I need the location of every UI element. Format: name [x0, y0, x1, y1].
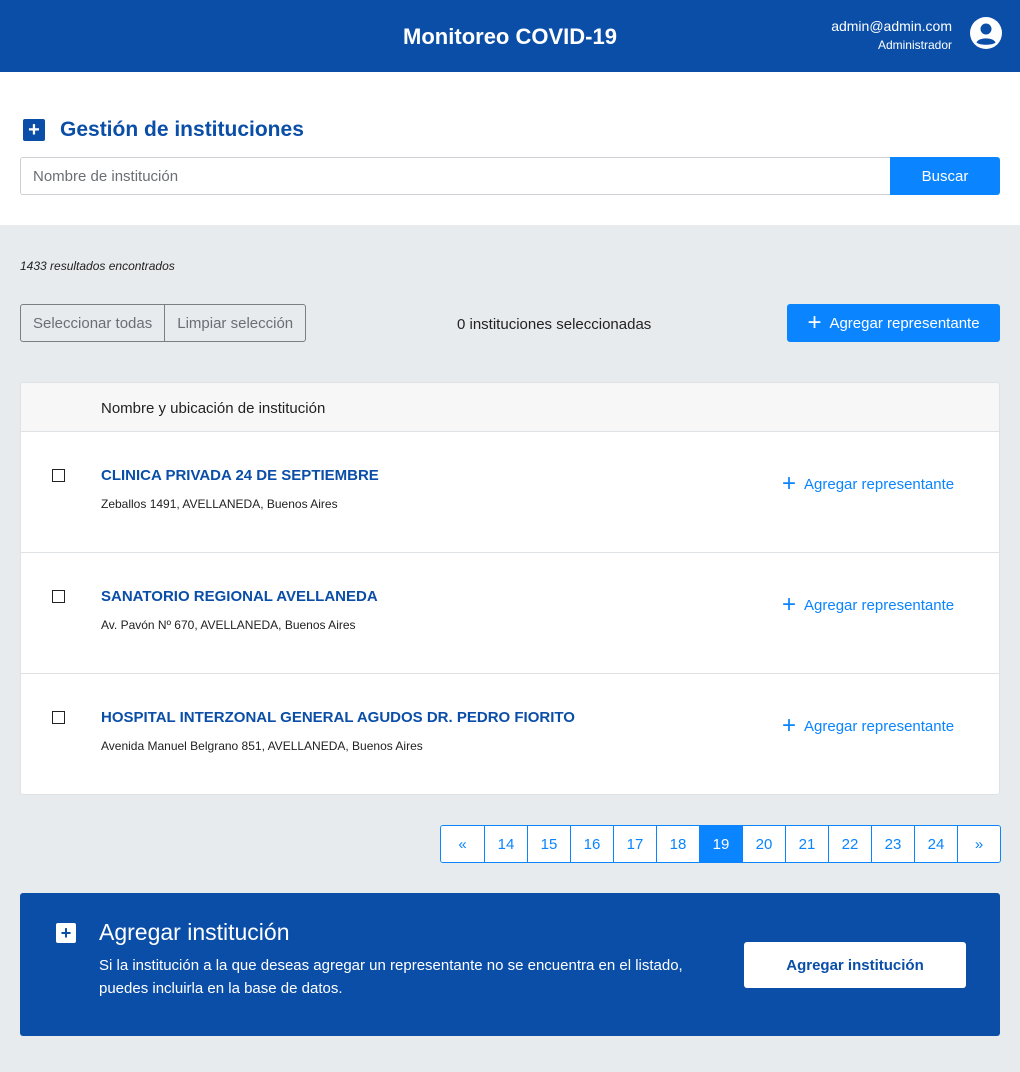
top-bar: Monitoreo COVID-19 admin@admin.com Admin…: [0, 0, 1020, 72]
row-add-representative-label: Agregar representante: [804, 596, 955, 614]
page-button-current[interactable]: 19: [699, 826, 742, 862]
selected-count: 0 instituciones seleccionadas: [457, 316, 652, 333]
page-button[interactable]: 22: [828, 826, 871, 862]
row-checkbox[interactable]: [52, 590, 65, 603]
row-add-representative-label: Agregar representante: [804, 717, 955, 735]
table-row: SANATORIO REGIONAL AVELLANEDA Av. Pavón …: [21, 553, 999, 674]
column-header-name: Nombre y ubicación de institución: [101, 400, 326, 417]
page-button[interactable]: 14: [484, 826, 527, 862]
plus-icon: +: [782, 470, 797, 497]
page-button[interactable]: 20: [742, 826, 785, 862]
table-row: HOSPITAL INTERZONAL GENERAL AGUDOS DR. P…: [21, 674, 999, 794]
search-button[interactable]: Buscar: [890, 157, 1000, 195]
search-input[interactable]: [20, 157, 891, 195]
row-checkbox[interactable]: [52, 469, 65, 482]
pagination: « 14 15 16 17 18 19 20 21 22 23 24 »: [440, 825, 1001, 863]
table-row: CLINICA PRIVADA 24 DE SEPTIEMBRE Zeballo…: [21, 432, 999, 553]
search-panel: + Gestión de instituciones Buscar: [0, 72, 1020, 225]
page-prev-button[interactable]: «: [441, 826, 484, 862]
page-next-button[interactable]: »: [957, 826, 1000, 862]
user-circle-icon[interactable]: [970, 17, 1002, 49]
clear-selection-button[interactable]: Limpiar selección: [164, 305, 305, 341]
page-button[interactable]: 17: [613, 826, 656, 862]
plus-icon: +: [807, 309, 822, 336]
add-institution-panel: + Agregar institución Si la institución …: [20, 893, 1000, 1036]
row-add-representative-link[interactable]: + Agregar representante: [782, 593, 954, 617]
plus-square-icon: +: [56, 923, 76, 943]
institutions-table: Nombre y ubicación de institución CLINIC…: [20, 382, 1000, 795]
select-all-button[interactable]: Seleccionar todas: [21, 305, 164, 341]
user-role: Administrador: [877, 38, 952, 52]
results-count: 1433 resultados encontrados: [20, 259, 175, 273]
page-button[interactable]: 23: [871, 826, 914, 862]
institution-name[interactable]: HOSPITAL INTERZONAL GENERAL AGUDOS DR. P…: [101, 709, 575, 726]
page-title: Gestión de instituciones: [60, 118, 304, 141]
plus-square-icon: +: [23, 119, 45, 141]
selection-button-group: Seleccionar todas Limpiar selección: [20, 304, 307, 342]
add-institution-description: Si la institución a la que deseas agrega…: [99, 957, 683, 997]
institution-address: Zeballos 1491, AVELLANEDA, Buenos Aires: [101, 497, 338, 511]
table-header: Nombre y ubicación de institución: [21, 383, 999, 432]
plus-icon: +: [782, 712, 797, 739]
page-button[interactable]: 15: [527, 826, 570, 862]
add-representative-button[interactable]: + Agregar representante: [787, 304, 1000, 342]
add-representative-label: Agregar representante: [829, 314, 980, 332]
plus-icon: +: [782, 591, 797, 618]
row-add-representative-link[interactable]: + Agregar representante: [782, 714, 954, 738]
institution-name[interactable]: SANATORIO REGIONAL AVELLANEDA: [101, 588, 378, 605]
add-institution-title: Agregar institución: [99, 919, 290, 945]
page-button[interactable]: 18: [656, 826, 699, 862]
row-checkbox[interactable]: [52, 711, 65, 724]
page-button[interactable]: 24: [914, 826, 957, 862]
institution-address: Avenida Manuel Belgrano 851, AVELLANEDA,…: [101, 739, 423, 753]
institution-name[interactable]: CLINICA PRIVADA 24 DE SEPTIEMBRE: [101, 467, 379, 484]
institution-address: Av. Pavón Nº 670, AVELLANEDA, Buenos Air…: [101, 618, 356, 632]
add-institution-button[interactable]: Agregar institución: [744, 942, 966, 988]
page-title-row: + Gestión de instituciones: [23, 118, 304, 142]
user-email: admin@admin.com: [831, 18, 952, 34]
row-add-representative-label: Agregar representante: [804, 475, 955, 493]
row-add-representative-link[interactable]: + Agregar representante: [782, 472, 954, 496]
page-button[interactable]: 21: [785, 826, 828, 862]
page-button[interactable]: 16: [570, 826, 613, 862]
